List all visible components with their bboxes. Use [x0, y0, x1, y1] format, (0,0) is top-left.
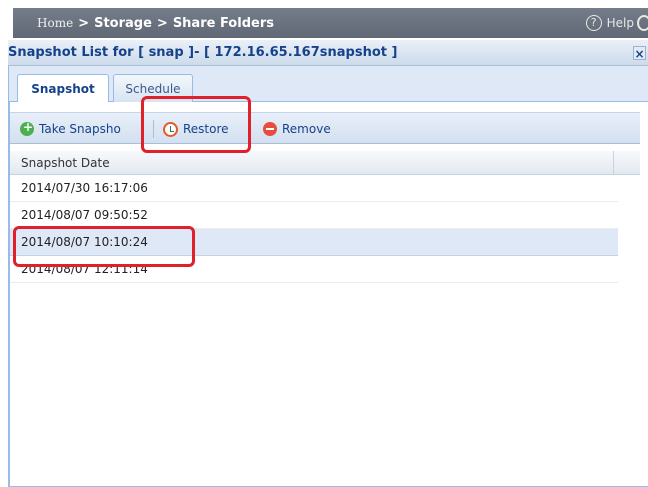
breadcrumb-share-folders: Share Folders — [172, 15, 274, 31]
grid-header-snapshot-date[interactable]: Snapshot Date — [10, 151, 640, 175]
help-label: Help — [606, 16, 634, 30]
snapshot-date-cell: 2014/08/07 10:10:24 — [21, 235, 148, 249]
remove-label: Remove — [282, 122, 331, 136]
take-snapshot-label: Take Snapsho — [39, 122, 121, 136]
snapshot-date-cell: 2014/08/07 12:11:14 — [21, 262, 148, 276]
breadcrumb: Home > Storage > Share Folders ? Help — [13, 8, 648, 38]
restore-button[interactable]: Restore — [163, 113, 229, 145]
snapshot-panel: Take Snapsho Restore Remove Snapshot Dat… — [9, 102, 648, 487]
tab-schedule[interactable]: Schedule — [113, 74, 193, 102]
breadcrumb-separator: > — [78, 15, 90, 31]
breadcrumb-storage[interactable]: Storage — [94, 16, 152, 31]
tab-snapshot[interactable]: Snapshot — [17, 74, 109, 103]
breadcrumb-separator: > — [156, 15, 168, 31]
column-header-label: Snapshot Date — [21, 155, 110, 170]
remove-button[interactable]: Remove — [263, 113, 331, 145]
table-row[interactable]: 2014/08/07 12:11:14 — [10, 256, 618, 283]
table-row[interactable]: 2014/08/07 09:50:52 — [10, 202, 618, 229]
breadcrumb-home[interactable]: Home — [37, 16, 73, 30]
snapshot-list: 2014/07/30 16:17:06 2014/08/07 09:50:52 … — [10, 175, 618, 283]
restore-icon — [163, 121, 178, 137]
dialog-body: Snapshot Schedule Take Snapsho Restore R… — [8, 66, 648, 487]
take-snapshot-button[interactable]: Take Snapsho — [20, 113, 121, 145]
add-icon — [20, 120, 34, 136]
close-button[interactable]: × — [633, 46, 646, 61]
toolbar: Take Snapsho Restore Remove — [10, 112, 640, 144]
search-icon[interactable] — [637, 15, 648, 31]
column-divider — [613, 151, 614, 175]
dialog-title-bar: Snapshot List for [ snap ]- [ 172.16.65.… — [8, 40, 648, 66]
snapshot-date-cell: 2014/07/30 16:17:06 — [21, 181, 148, 195]
remove-icon — [263, 122, 277, 136]
question-icon: ? — [585, 15, 602, 31]
dialog-title: Snapshot List for [ snap ]- [ 172.16.65.… — [8, 45, 398, 60]
toolbar-separator — [153, 120, 154, 138]
top-bar: Home > Storage > Share Folders ? Help — [0, 0, 648, 40]
table-row-selected[interactable]: 2014/08/07 10:10:24 — [10, 229, 618, 256]
help-button[interactable]: ? Help — [585, 8, 634, 38]
tab-bar: Snapshot Schedule — [9, 66, 648, 103]
snapshot-date-cell: 2014/08/07 09:50:52 — [21, 208, 148, 222]
table-row[interactable]: 2014/07/30 16:17:06 — [10, 175, 618, 202]
restore-label: Restore — [183, 122, 229, 136]
